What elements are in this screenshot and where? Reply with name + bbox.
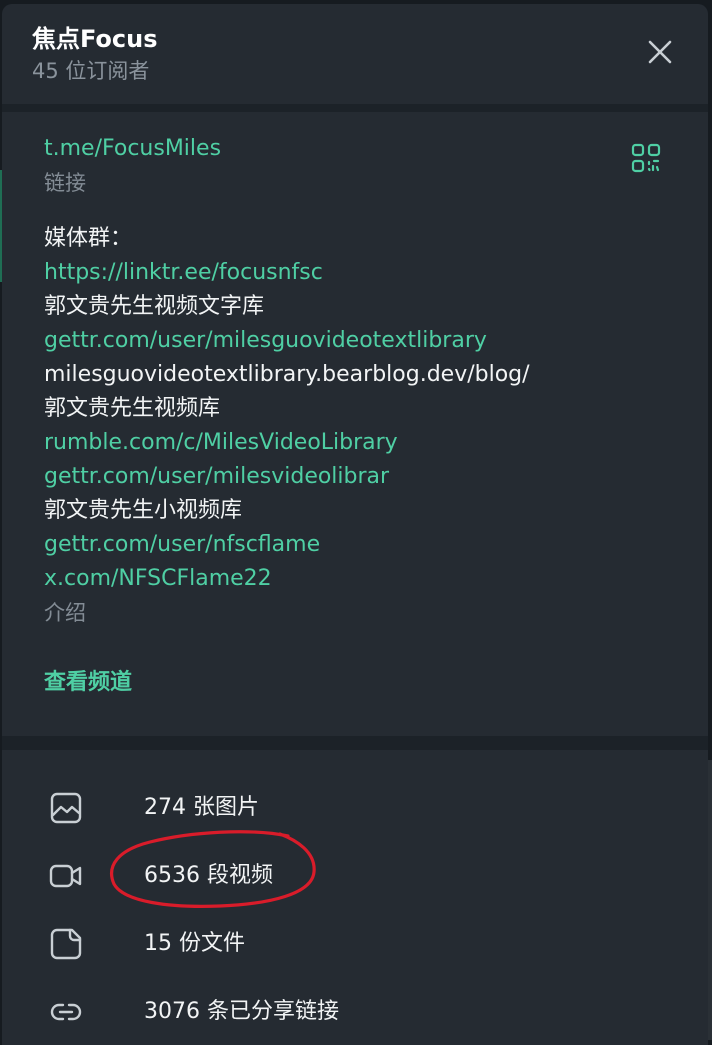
media-item-files[interactable]: 15 份文件 [2,908,708,976]
header-divider [2,104,708,112]
subscriber-count: 45 位订阅者 [32,59,150,83]
channel-title: 焦点Focus [32,25,158,53]
link-icon [48,994,84,1030]
description-link[interactable]: x.com/NFSCFlame22 [44,562,666,596]
link-label: 链接 [44,171,86,195]
media-item-label: 15 份文件 [144,931,245,956]
description-link[interactable]: rumble.com/c/MilesVideoLibrary [44,426,666,460]
description-link[interactable]: gettr.com/user/milesvideolibrar [44,460,666,494]
channel-info-dialog: 焦点Focus 45 位订阅者 t.me/FocusMiles 链接 媒体群： … [2,4,708,1045]
image-icon [48,790,84,826]
description-link[interactable]: https://linktr.ee/focusnfsc [44,256,666,290]
dialog-header: 焦点Focus 45 位订阅者 [2,4,708,104]
media-item-photos[interactable]: 274 张图片 [2,772,708,840]
qr-code-icon [631,143,661,173]
description-text: 郭文贵先生视频文字库 [44,294,265,319]
shared-media-list: 274 张图片 6536 段视频 15 份文件 3076 条已分享链接 [2,772,708,1044]
channel-description: 媒体群： https://linktr.ee/focusnfsc 郭文贵先生视频文字… [44,222,666,596]
description-text: 媒体群： [44,226,133,251]
media-item-label: 3076 条已分享链接 [144,999,339,1024]
description-link[interactable]: gettr.com/user/nfscflame [44,528,666,562]
media-item-links[interactable]: 3076 条已分享链接 [2,976,708,1044]
file-icon [48,926,84,962]
media-item-videos[interactable]: 6536 段视频 [2,840,708,908]
description-text: 郭文贵先生小视频库 [44,498,243,523]
description-text: 郭文贵先生视频库 [44,396,221,421]
video-icon [48,858,84,894]
section-divider [2,736,708,750]
description-link[interactable]: gettr.com/user/milesguovideotextlibrary [44,324,666,358]
link-row: t.me/FocusMiles 链接 [44,132,666,200]
backdrop-edge [708,760,712,1040]
media-item-label: 6536 段视频 [144,863,273,888]
description-label: 介绍 [44,601,86,625]
channel-info-section: t.me/FocusMiles 链接 媒体群： https://linktr.ee… [2,112,708,700]
media-item-label: 274 张图片 [144,795,259,820]
close-icon [648,40,672,64]
view-channel-button[interactable]: 查看频道 [44,666,132,700]
description-text: milesguovideotextlibrary.bearblog.dev/bl… [44,362,530,387]
channel-link[interactable]: t.me/FocusMiles [44,132,221,166]
qr-code-button[interactable] [630,142,662,174]
close-button[interactable] [646,38,674,66]
